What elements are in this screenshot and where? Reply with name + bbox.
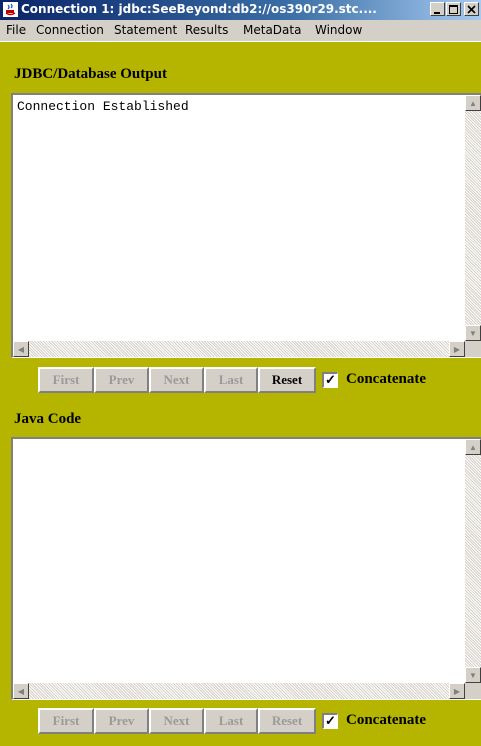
output-next-button[interactable]: Next	[149, 367, 204, 393]
java-concatenate-label[interactable]: Concatenate	[346, 712, 426, 729]
checkmark-icon: ✓	[325, 372, 336, 387]
arrow-down-icon: ▼	[469, 328, 477, 338]
menu-bar: File Connection Statement Results MetaDa…	[0, 20, 481, 42]
java-section-label: Java Code	[14, 411, 82, 427]
java-last-button[interactable]: Last	[204, 708, 258, 734]
java-concatenate-checkbox[interactable]: ✓	[322, 713, 338, 729]
close-icon	[467, 5, 476, 14]
scroll-corner	[465, 341, 481, 357]
arrow-left-icon: ◀	[17, 686, 25, 696]
scroll-up-button[interactable]: ▲	[465, 95, 481, 111]
java-code-text-area[interactable]: ▲ ▼ ◀ ▶	[11, 437, 481, 700]
java-app-icon	[3, 2, 18, 17]
scroll-up-button[interactable]: ▲	[465, 439, 481, 455]
output-text: Connection Established	[17, 99, 189, 114]
maximize-icon	[449, 5, 458, 14]
java-horizontal-scrollbar[interactable]: ◀ ▶	[13, 683, 465, 699]
scroll-track[interactable]	[465, 111, 481, 325]
arrow-up-icon: ▲	[469, 442, 477, 452]
scroll-down-button[interactable]: ▼	[465, 667, 481, 683]
arrow-left-icon: ◀	[17, 344, 25, 354]
java-first-button[interactable]: First	[38, 708, 94, 734]
arrow-down-icon: ▼	[469, 670, 477, 680]
java-vertical-scrollbar[interactable]: ▲ ▼	[465, 439, 481, 683]
scroll-right-button[interactable]: ▶	[449, 683, 465, 699]
output-concatenate-checkbox[interactable]: ✓	[322, 372, 338, 388]
close-button[interactable]	[464, 2, 479, 16]
minimize-icon	[434, 12, 440, 14]
output-text-area[interactable]: Connection Established ▲ ▼ ◀ ▶	[11, 93, 481, 358]
menu-statement[interactable]: Statement	[114, 23, 177, 37]
java-prev-button[interactable]: Prev	[94, 708, 149, 734]
checkmark-icon: ✓	[325, 713, 336, 728]
arrow-right-icon: ▶	[453, 344, 461, 354]
menu-file[interactable]: File	[6, 23, 26, 37]
output-vertical-scrollbar[interactable]: ▲ ▼	[465, 95, 481, 341]
menu-connection[interactable]: Connection	[36, 23, 104, 37]
menu-results[interactable]: Results	[185, 23, 228, 37]
output-prev-button[interactable]: Prev	[94, 367, 149, 393]
scroll-right-button[interactable]: ▶	[449, 341, 465, 357]
scroll-down-button[interactable]: ▼	[465, 325, 481, 341]
arrow-right-icon: ▶	[453, 686, 461, 696]
minimize-button[interactable]	[430, 2, 445, 16]
menu-window[interactable]: Window	[315, 23, 362, 37]
output-reset-button[interactable]: Reset	[258, 367, 316, 393]
app-window: Connection 1: jdbc:SeeBeyond:db2://os390…	[0, 0, 481, 746]
output-first-button[interactable]: First	[38, 367, 94, 393]
java-next-button[interactable]: Next	[149, 708, 204, 734]
scroll-track[interactable]	[465, 455, 481, 667]
maximize-button[interactable]	[446, 2, 461, 16]
window-title: Connection 1: jdbc:SeeBeyond:db2://os390…	[21, 2, 377, 16]
output-section-label: JDBC/Database Output	[14, 66, 167, 82]
menu-metadata[interactable]: MetaData	[243, 23, 301, 37]
output-concatenate-label[interactable]: Concatenate	[346, 371, 426, 388]
output-last-button[interactable]: Last	[204, 367, 258, 393]
java-reset-button[interactable]: Reset	[258, 708, 316, 734]
scroll-corner	[465, 683, 481, 699]
scroll-left-button[interactable]: ◀	[13, 683, 29, 699]
output-horizontal-scrollbar[interactable]: ◀ ▶	[13, 341, 465, 357]
arrow-up-icon: ▲	[469, 98, 477, 108]
scroll-left-button[interactable]: ◀	[13, 341, 29, 357]
title-bar[interactable]: Connection 1: jdbc:SeeBeyond:db2://os390…	[0, 0, 481, 20]
